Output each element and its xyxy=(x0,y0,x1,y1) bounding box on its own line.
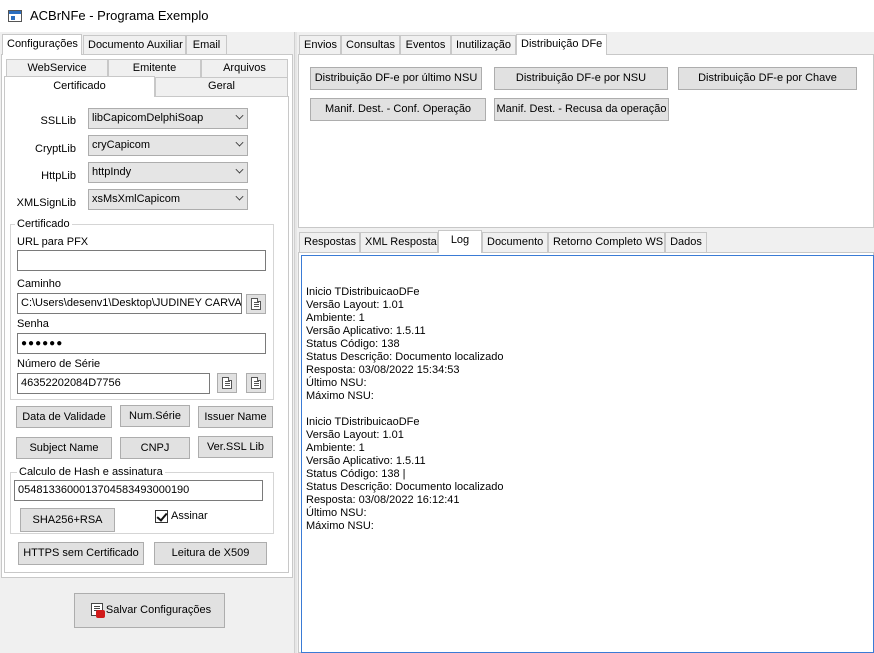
app-icon xyxy=(8,10,22,22)
hash-input[interactable]: 05481336000137045834930001​90 xyxy=(14,480,263,501)
ssllib-label: SSLLib xyxy=(40,115,76,127)
ver-ssl-lib-button[interactable]: Ver.SSL Lib xyxy=(198,436,273,458)
httplib-label: HttpLib xyxy=(41,170,76,182)
tab-geral[interactable]: Geral xyxy=(155,77,288,96)
tab-envios[interactable]: Envios xyxy=(299,35,341,55)
chevron-down-icon xyxy=(235,192,244,201)
tab-documento-auxiliar[interactable]: Documento Auxiliar xyxy=(83,35,186,55)
log-text: Inicio TDistribuicaoDFe Versão Layout: 1… xyxy=(306,286,504,532)
senha-label: Senha xyxy=(17,318,49,330)
httplib-value: httpIndy xyxy=(92,166,132,178)
subject-name-button[interactable]: Subject Name xyxy=(16,437,112,459)
data-validade-button[interactable]: Data de Validade xyxy=(16,406,112,428)
dfe-por-chave-button[interactable]: Distribuição DF-e por Chave xyxy=(678,67,857,90)
tab-documento[interactable]: Documento xyxy=(482,232,548,252)
document-icon xyxy=(251,298,261,310)
url-pfx-input[interactable] xyxy=(17,250,266,271)
xmlsignlib-label: XMLSignLib xyxy=(16,197,76,209)
tab-certificado[interactable]: Certificado xyxy=(4,76,155,97)
cnpj-button[interactable]: CNPJ xyxy=(120,437,190,459)
caminho-input[interactable]: C:\Users\desenv1\Desktop\JUDINEY CARVALI xyxy=(17,293,242,314)
tab-inutilizacao[interactable]: Inutilização xyxy=(451,35,516,55)
tab-log[interactable]: Log xyxy=(438,230,482,253)
chevron-down-icon xyxy=(235,165,244,174)
assinar-label: Assinar xyxy=(171,510,208,522)
salvar-configuracoes-button[interactable]: Salvar Configurações xyxy=(74,593,225,628)
select-certificate-button[interactable] xyxy=(217,373,237,393)
ssllib-select[interactable]: libCapicomDelphiSoap xyxy=(88,108,248,129)
browse-caminho-button[interactable] xyxy=(246,294,266,314)
tab-dados[interactable]: Dados xyxy=(665,232,707,252)
cryptlib-label: CryptLib xyxy=(35,143,76,155)
browse-serie-button[interactable] xyxy=(246,373,266,393)
cryptlib-select[interactable]: cryCapicom xyxy=(88,135,248,156)
issuer-name-button[interactable]: Issuer Name xyxy=(198,406,273,428)
tab-respostas[interactable]: Respostas xyxy=(299,232,360,252)
document-icon xyxy=(222,377,232,389)
numero-serie-input[interactable]: 46352202084D7756 xyxy=(17,373,210,394)
xmlsignlib-value: xsMsXmlCapicom xyxy=(92,193,181,205)
tab-emitente[interactable]: Emitente xyxy=(108,59,201,77)
tab-email[interactable]: Email xyxy=(186,35,227,55)
tab-webservice[interactable]: WebService xyxy=(6,59,108,77)
num-serie-button[interactable]: Num.Série xyxy=(120,405,190,427)
save-icon xyxy=(89,602,105,618)
dfe-ultimo-nsu-button[interactable]: Distribuição DF-e por último NSU xyxy=(310,67,482,90)
document-icon xyxy=(251,377,261,389)
tab-distribuicao-dfe[interactable]: Distribuição DFe xyxy=(516,34,607,55)
chevron-down-icon xyxy=(235,111,244,120)
caminho-label: Caminho xyxy=(17,278,62,290)
url-pfx-label: URL para PFX xyxy=(17,236,89,248)
tab-eventos[interactable]: Eventos xyxy=(400,35,451,55)
senha-input[interactable]: ●●●●●● xyxy=(17,333,266,354)
manif-conf-operacao-button[interactable]: Manif. Dest. - Conf. Operação xyxy=(310,98,486,121)
sha256-rsa-button[interactable]: SHA256+RSA xyxy=(20,508,115,532)
httplib-select[interactable]: httpIndy xyxy=(88,162,248,183)
chevron-down-icon xyxy=(235,138,244,147)
salvar-configuracoes-label: Salvar Configurações xyxy=(105,604,212,616)
tab-xml-resposta[interactable]: XML Resposta xyxy=(360,232,438,252)
tab-configuracoes[interactable]: Configurações xyxy=(2,34,82,55)
title-bar: ACBrNFe - Programa Exemplo xyxy=(0,0,874,32)
leitura-x509-button[interactable]: Leitura de X509 xyxy=(154,542,267,565)
xmlsignlib-select[interactable]: xsMsXmlCapicom xyxy=(88,189,248,210)
tab-retorno-completo-ws[interactable]: Retorno Completo WS xyxy=(548,232,665,252)
numero-serie-label: Número de Série xyxy=(17,358,101,370)
manif-recusa-operacao-button[interactable]: Manif. Dest. - Recusa da operação xyxy=(494,98,669,121)
certificado-group-title: Certificado xyxy=(15,218,72,230)
assinar-checkbox[interactable] xyxy=(155,510,168,523)
hash-group-title: Calculo de Hash e assinatura xyxy=(17,466,165,478)
log-memo[interactable]: Inicio TDistribuicaoDFe Versão Layout: 1… xyxy=(301,255,874,653)
cryptlib-value: cryCapicom xyxy=(92,139,151,151)
tab-consultas[interactable]: Consultas xyxy=(341,35,400,55)
ssllib-value: libCapicomDelphiSoap xyxy=(92,112,204,124)
tab-arquivos[interactable]: Arquivos xyxy=(201,59,288,77)
window-title: ACBrNFe - Programa Exemplo xyxy=(30,8,209,23)
https-sem-certificado-button[interactable]: HTTPS sem Certificado xyxy=(18,542,144,565)
splitter[interactable] xyxy=(294,32,297,653)
dfe-por-nsu-button[interactable]: Distribuição DF-e por NSU xyxy=(494,67,668,90)
